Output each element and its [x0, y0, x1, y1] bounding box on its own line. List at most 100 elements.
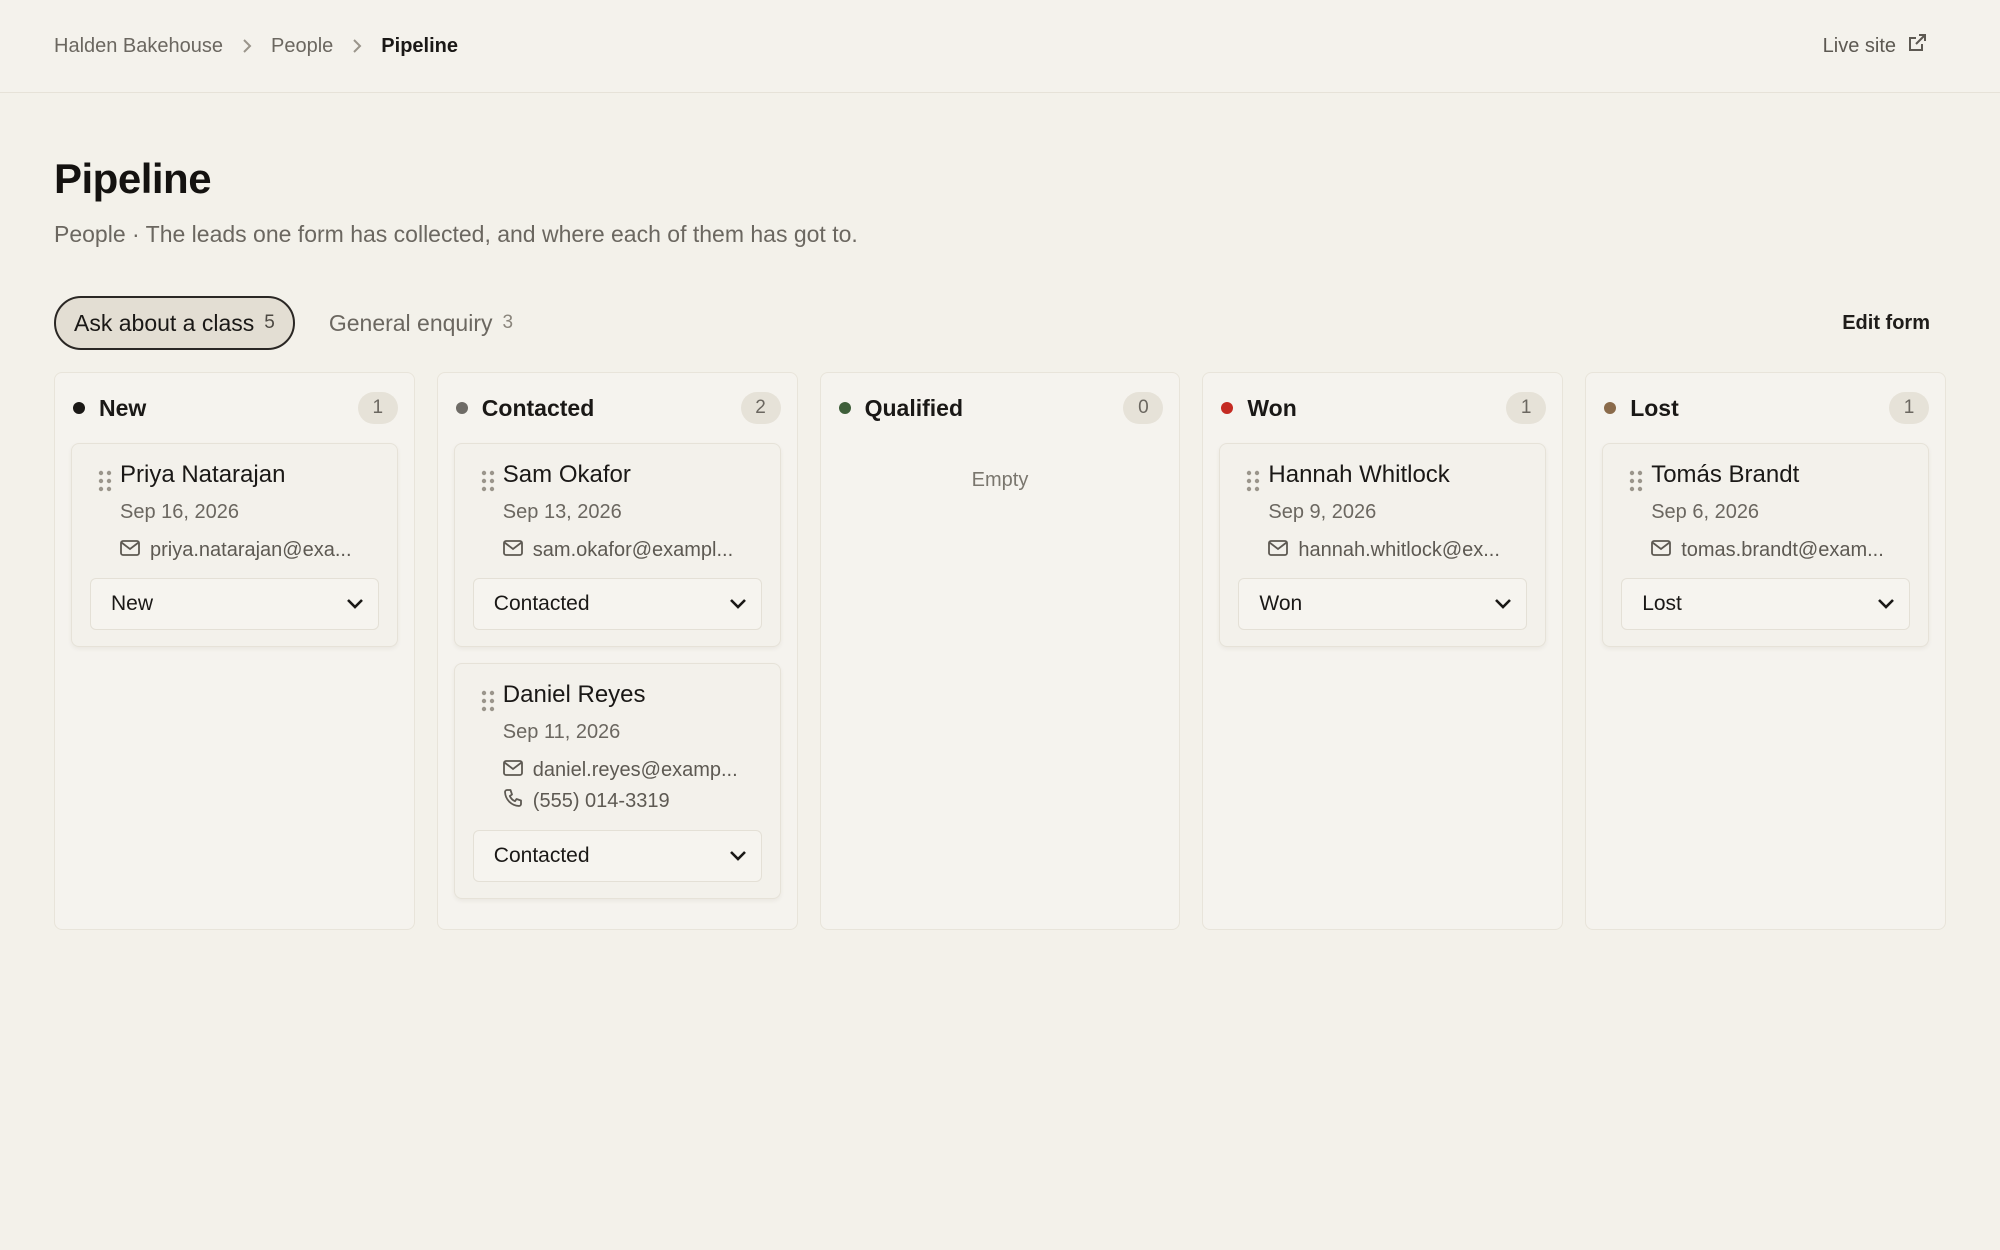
tab-label: Ask about a class	[74, 309, 255, 336]
form-tabs: Ask about a class 5 General enquiry 3	[54, 296, 533, 350]
status-select[interactable]: Contacted	[472, 830, 762, 882]
breadcrumb: Halden Bakehouse People Pipeline	[54, 35, 458, 58]
chevron-down-icon	[1877, 592, 1895, 616]
lead-email-text: hannah.whitlock@ex...	[1298, 539, 1500, 561]
lead-email: sam.okafor@exampl...	[502, 538, 762, 562]
lead-email: priya.natarajan@exa...	[120, 538, 379, 562]
mail-icon	[1268, 538, 1289, 562]
drag-handle-icon[interactable]	[1238, 460, 1268, 562]
status-select[interactable]: Contacted	[472, 578, 762, 630]
top-bar: Halden Bakehouse People Pipeline Live si…	[0, 0, 2000, 93]
lead-card[interactable]: Sam Okafor Sep 13, 2026 sam.okafor@examp…	[453, 443, 781, 647]
column-count-badge: 1	[1888, 392, 1929, 424]
drag-handle-icon[interactable]	[473, 460, 503, 562]
column-new: New 1 Priya Natarajan Sep 16, 2026 priya…	[54, 372, 415, 930]
column-lost: Lost 1 Tomás Brandt Sep 6, 2026 tomas.br…	[1585, 372, 1946, 930]
column-header: Won 1	[1219, 391, 1547, 425]
status-dot	[838, 402, 851, 414]
lead-card[interactable]: Daniel Reyes Sep 11, 2026 daniel.reyes@e…	[453, 663, 781, 899]
lead-card[interactable]: Priya Natarajan Sep 16, 2026 priya.natar…	[71, 443, 398, 647]
chevron-right-icon	[351, 38, 363, 54]
lead-name: Tomás Brandt	[1651, 461, 1800, 488]
status-dot	[1604, 402, 1617, 414]
column-title: Won	[1247, 394, 1297, 421]
column-won: Won 1 Hannah Whitlock Sep 9, 2026 hannah…	[1202, 372, 1564, 930]
lead-date: Sep 9, 2026	[1268, 501, 1377, 523]
mail-icon	[502, 758, 523, 782]
lead-phone-text: (555) 014-3319	[532, 790, 670, 812]
tab-count: 5	[264, 312, 275, 333]
lead-email: tomas.brandt@exam...	[1651, 538, 1910, 562]
column-contacted: Contacted 2 Sam Okafor Sep 13, 2026 sam.…	[436, 372, 798, 930]
mail-icon	[120, 538, 140, 562]
form-tabs-row: Ask about a class 5 General enquiry 3 Ed…	[54, 296, 1946, 350]
lead-email-text: tomas.brandt@exam...	[1681, 539, 1884, 561]
tab-label: General enquiry	[328, 309, 493, 336]
column-header: Qualified 0	[837, 391, 1164, 425]
status-dot	[1221, 402, 1234, 414]
lead-name: Priya Natarajan	[120, 461, 286, 488]
live-site-link[interactable]: Live site	[1823, 32, 1928, 60]
status-select[interactable]: New	[90, 578, 379, 630]
status-select-value: Won	[1259, 592, 1303, 615]
tab-ask-about-a-class[interactable]: Ask about a class 5	[54, 296, 295, 350]
lead-email: daniel.reyes@examp...	[502, 758, 762, 782]
page-subtitle: People · The leads one form has collecte…	[54, 221, 858, 247]
drag-handle-icon[interactable]	[90, 460, 120, 562]
lead-email: hannah.whitlock@ex...	[1268, 538, 1527, 562]
lead-email-text: sam.okafor@exampl...	[532, 539, 734, 561]
lead-date: Sep 13, 2026	[502, 501, 622, 523]
column-header: New 1	[71, 391, 398, 425]
page-title: Pipeline	[54, 155, 212, 202]
status-select-value: New	[111, 592, 154, 615]
status-select-value: Contacted	[493, 592, 590, 615]
phone-icon	[503, 788, 523, 814]
breadcrumb-people[interactable]: People	[271, 35, 333, 58]
column-header: Lost 1	[1602, 391, 1929, 425]
status-dot	[455, 402, 468, 414]
tab-count: 3	[502, 312, 514, 333]
lead-name: Daniel Reyes	[502, 681, 646, 708]
chevron-right-icon	[241, 38, 253, 54]
chevron-down-icon	[729, 592, 747, 616]
chevron-down-icon	[729, 844, 747, 868]
external-link-icon	[1906, 32, 1928, 60]
column-header: Contacted 2	[454, 391, 781, 425]
lead-card[interactable]: Tomás Brandt Sep 6, 2026 tomas.brandt@ex…	[1602, 443, 1929, 647]
lead-date: Sep 16, 2026	[120, 501, 239, 523]
status-select-value: Lost	[1642, 592, 1682, 615]
empty-state: Empty	[971, 469, 1029, 491]
breadcrumb-workspace[interactable]: Halden Bakehouse	[54, 35, 223, 58]
live-site-label: Live site	[1822, 34, 1896, 57]
column-count-badge: 2	[740, 392, 781, 424]
lead-name: Sam Okafor	[502, 461, 631, 488]
drag-handle-icon[interactable]	[473, 680, 503, 814]
pipeline-board: New 1 Priya Natarajan Sep 16, 2026 priya…	[54, 372, 1946, 930]
column-count-badge: 0	[1123, 392, 1164, 424]
column-title: Contacted	[481, 394, 595, 421]
column-title: Qualified	[864, 394, 963, 421]
status-select[interactable]: Lost	[1621, 578, 1910, 630]
tab-general-enquiry[interactable]: General enquiry 3	[309, 296, 533, 350]
edit-form-button[interactable]: Edit form	[1842, 312, 1930, 335]
drag-handle-icon[interactable]	[1621, 460, 1651, 562]
mail-icon	[502, 538, 523, 562]
mail-icon	[1651, 538, 1672, 562]
lead-email-text: priya.natarajan@exa...	[150, 539, 352, 561]
column-qualified: Qualified 0 Empty	[819, 372, 1181, 930]
lead-name: Hannah Whitlock	[1268, 461, 1450, 488]
chevron-down-icon	[346, 592, 364, 616]
breadcrumb-current: Pipeline	[381, 34, 458, 57]
column-title: Lost	[1630, 394, 1679, 421]
lead-email-text: daniel.reyes@examp...	[532, 759, 738, 781]
lead-card[interactable]: Hannah Whitlock Sep 9, 2026 hannah.whitl…	[1219, 443, 1547, 647]
status-select-value: Contacted	[493, 844, 590, 867]
column-title: New	[99, 394, 147, 421]
lead-phone: (555) 014-3319	[503, 788, 762, 814]
status-select[interactable]: Won	[1238, 578, 1528, 630]
status-dot	[73, 402, 85, 414]
column-count-badge: 1	[357, 392, 398, 424]
chevron-down-icon	[1494, 592, 1512, 616]
lead-date: Sep 6, 2026	[1651, 501, 1760, 523]
column-count-badge: 1	[1506, 392, 1547, 424]
